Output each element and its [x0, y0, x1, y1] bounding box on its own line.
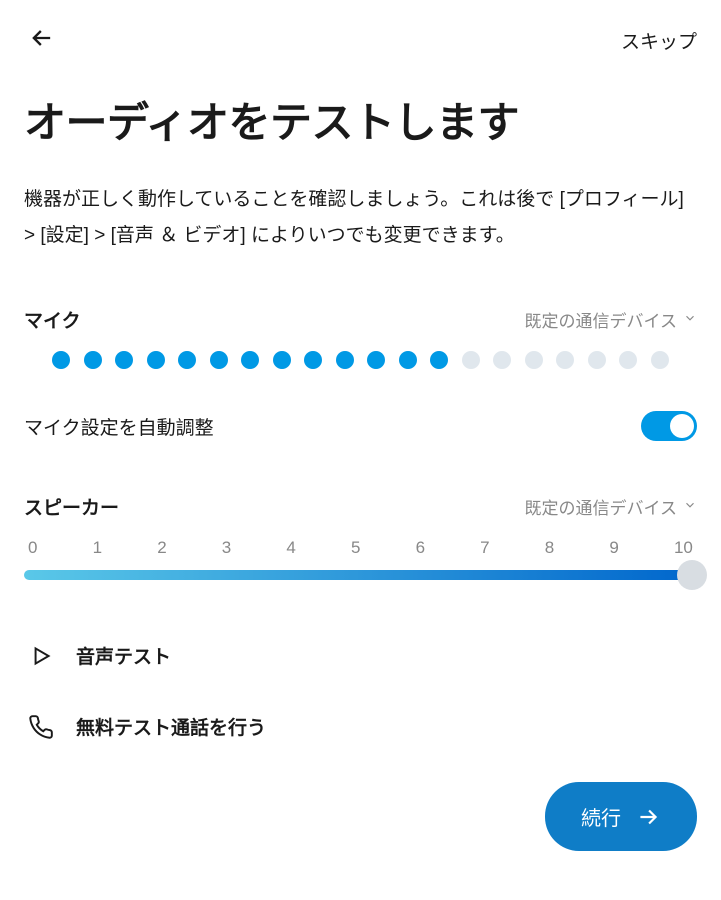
mic-level-dot [84, 351, 102, 369]
mic-level-dot [556, 351, 574, 369]
mic-level-dot [304, 351, 322, 369]
mic-level-dot [210, 351, 228, 369]
mic-level-dot [367, 351, 385, 369]
mic-level-dot [651, 351, 669, 369]
speaker-device-label: 既定の通信デバイス [525, 494, 678, 519]
volume-tick: 7 [480, 538, 489, 558]
mic-device-select[interactable]: 既定の通信デバイス [525, 307, 698, 332]
mic-level-dot [178, 351, 196, 369]
volume-tick: 9 [609, 538, 618, 558]
mic-section-label: マイク [24, 306, 81, 333]
mic-level-dot [588, 351, 606, 369]
play-icon [28, 643, 54, 669]
volume-tick: 3 [222, 538, 231, 558]
mic-level-dot [399, 351, 417, 369]
volume-tick: 10 [674, 538, 693, 558]
arrow-left-icon [28, 24, 56, 52]
page-title: オーディオをテストします [24, 89, 697, 150]
mic-level-dot [493, 351, 511, 369]
continue-label: 続行 [581, 802, 621, 831]
mic-level-dot [115, 351, 133, 369]
volume-tick: 2 [157, 538, 166, 558]
free-test-call-label: 無料テスト通話を行う [76, 713, 266, 740]
volume-tick: 1 [93, 538, 102, 558]
volume-tick: 0 [28, 538, 37, 558]
continue-button[interactable]: 続行 [545, 782, 697, 851]
back-button[interactable] [24, 20, 60, 61]
chevron-down-icon [683, 310, 697, 330]
mic-auto-adjust-label: マイク設定を自動調整 [24, 413, 214, 440]
speaker-volume-slider[interactable] [24, 570, 697, 580]
skip-button[interactable]: スキップ [621, 27, 697, 54]
free-test-call-button[interactable]: 無料テスト通話を行う [24, 699, 697, 754]
slider-thumb[interactable] [677, 560, 707, 590]
mic-level-meter [24, 351, 697, 369]
volume-tick: 4 [286, 538, 295, 558]
phone-icon [28, 714, 54, 740]
mic-level-dot [241, 351, 259, 369]
mic-level-dot [273, 351, 291, 369]
sound-test-label: 音声テスト [76, 642, 171, 669]
chevron-down-icon [683, 497, 697, 517]
mic-level-dot [52, 351, 70, 369]
mic-level-dot [525, 351, 543, 369]
volume-tick: 5 [351, 538, 360, 558]
arrow-right-icon [635, 804, 661, 830]
volume-tick: 8 [545, 538, 554, 558]
mic-level-dot [462, 351, 480, 369]
toggle-knob [670, 414, 694, 438]
mic-level-dot [147, 351, 165, 369]
speaker-volume-ticks: 0 1 2 3 4 5 6 7 8 9 10 [24, 538, 697, 558]
sound-test-button[interactable]: 音声テスト [24, 628, 697, 683]
speaker-device-select[interactable]: 既定の通信デバイス [525, 494, 698, 519]
mic-device-label: 既定の通信デバイス [525, 307, 678, 332]
mic-level-dot [430, 351, 448, 369]
mic-level-dot [619, 351, 637, 369]
mic-auto-adjust-toggle[interactable] [641, 411, 697, 441]
mic-level-dot [336, 351, 354, 369]
speaker-section-label: スピーカー [24, 493, 119, 520]
volume-tick: 6 [416, 538, 425, 558]
description-text: 機器が正しく動作していることを確認しましょう。これは後で [プロフィール] > … [24, 182, 697, 254]
